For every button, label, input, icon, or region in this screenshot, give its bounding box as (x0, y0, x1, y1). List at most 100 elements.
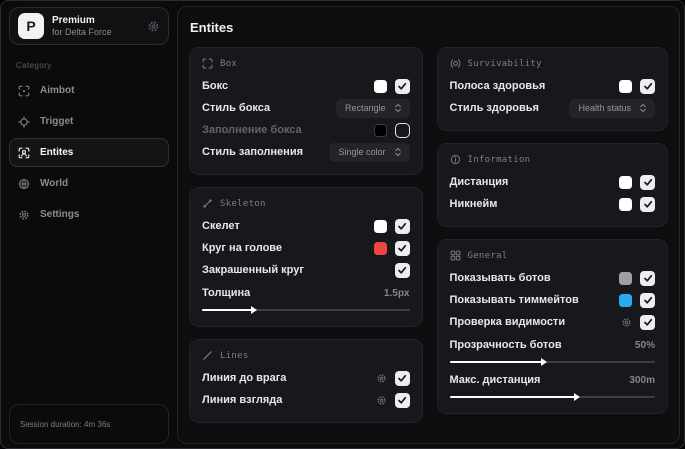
box-fill-checkbox[interactable] (394, 122, 410, 138)
gear-icon[interactable] (376, 373, 387, 384)
brand-logo: P (18, 13, 44, 39)
scan-icon (18, 85, 30, 97)
card-title: Information (467, 154, 531, 165)
nickname-color-swatch[interactable] (619, 197, 632, 211)
crosshair-icon (18, 115, 30, 128)
card-lines: Lines Линия до врага Линия взгляда (189, 339, 423, 423)
card-title: Survivability (467, 58, 542, 69)
nickname-checkbox[interactable] (640, 196, 655, 212)
card-title: Skeleton (220, 198, 266, 209)
page-title: Entites (190, 20, 234, 35)
row-health-bar: Полоса здоровья (450, 75, 655, 97)
health-style-value: Health status (578, 103, 631, 113)
enemy-line-checkbox[interactable] (394, 370, 410, 386)
card-skeleton: Skeleton Скелет Круг на голове Закрашенн… (189, 187, 423, 327)
skeleton-checkbox[interactable] (394, 218, 410, 234)
target-icon (450, 58, 461, 69)
visibility-check-checkbox[interactable] (640, 314, 655, 330)
bot-opacity-value: 50% (634, 339, 655, 351)
globe-icon (18, 178, 30, 190)
category-label: Category (16, 61, 52, 70)
row-box-style: Стиль бокса Rectangle (202, 97, 410, 119)
chevron-up-down-icon (393, 103, 403, 113)
thickness-slider[interactable] (202, 306, 410, 314)
gear-icon[interactable] (147, 20, 160, 33)
sidebar-item-world[interactable]: World (9, 169, 169, 198)
show-teammates-checkbox[interactable] (640, 292, 655, 308)
sidebar-item-entites[interactable]: Entites (9, 138, 169, 167)
chevron-up-down-icon (638, 103, 648, 113)
sidebar-item-trigget[interactable]: Trigget (9, 107, 169, 136)
box-fill-style-value: Single color (338, 147, 386, 157)
info-icon (450, 154, 461, 165)
row-head-circle: Круг на голове (202, 237, 410, 259)
person-scan-icon (18, 147, 30, 159)
distance-checkbox[interactable] (640, 174, 655, 190)
head-circle-checkbox[interactable] (394, 240, 410, 256)
sidebar-item-label: World (40, 178, 69, 189)
gear-icon[interactable] (621, 317, 632, 328)
box-fill-style-select[interactable]: Single color (329, 142, 410, 162)
box-style-select[interactable]: Rectangle (335, 98, 410, 118)
row-skeleton-enabled: Скелет (202, 215, 410, 237)
box-icon (202, 58, 213, 69)
card-general: General Показывать ботов Показывать тимм… (436, 239, 668, 414)
row-bot-opacity: Прозрачность ботов 50% (449, 336, 655, 366)
bone-icon (202, 198, 213, 209)
show-bots-checkbox[interactable] (640, 270, 655, 286)
health-bar-checkbox[interactable] (640, 78, 655, 94)
row-box-enabled: Бокс (202, 75, 410, 97)
box-fill-color-swatch[interactable] (373, 123, 387, 137)
session-duration-text: Session duration: 4m 36s (20, 419, 111, 429)
session-duration-box: Session duration: 4m 36s (9, 404, 169, 444)
row-visibility-check: Проверка видимости (450, 311, 655, 333)
card-title: General (467, 250, 508, 261)
health-bar-color-swatch[interactable] (619, 79, 632, 93)
teammates-color-swatch[interactable] (619, 293, 632, 307)
distance-color-swatch[interactable] (619, 175, 632, 189)
row-health-style: Стиль здоровья Health status (450, 97, 655, 119)
sidebar-item-label: Aimbot (40, 85, 75, 96)
bots-color-swatch[interactable] (619, 271, 632, 285)
skeleton-color-swatch[interactable] (373, 219, 387, 233)
row-view-line: Линия взгляда (202, 389, 410, 411)
sidebar-item-aimbot[interactable]: Aimbot (9, 76, 169, 105)
health-style-select[interactable]: Health status (569, 98, 655, 118)
grid-icon (450, 250, 461, 261)
slider-thumb[interactable] (540, 358, 547, 366)
row-filled-circle: Закрашенный круг (202, 259, 410, 281)
row-box-fill-style: Стиль заполнения Single color (202, 141, 410, 163)
sidebar-nav: Aimbot Trigget Entites World Settings (9, 76, 169, 229)
slider-thumb[interactable] (250, 306, 257, 314)
line-icon (202, 350, 213, 361)
slider-thumb[interactable] (573, 393, 580, 401)
app-window: P Premium for Delta Force Category Aimbo… (0, 0, 685, 449)
view-line-checkbox[interactable] (394, 392, 410, 408)
head-circle-color-swatch[interactable] (373, 241, 387, 255)
card-title: Box (220, 58, 238, 69)
box-style-value: Rectangle (344, 103, 386, 113)
brand-title: Premium (52, 15, 95, 27)
gear-icon (18, 209, 30, 221)
card-survivability: Survivability Полоса здоровья Стиль здор… (436, 47, 668, 131)
max-distance-slider[interactable] (449, 393, 655, 401)
bot-opacity-slider[interactable] (449, 358, 655, 366)
chevron-up-down-icon (393, 147, 403, 157)
brand-card: P Premium for Delta Force (9, 7, 169, 45)
thickness-value: 1.5px (383, 287, 410, 299)
card-information: Information Дистанция Никнейм (436, 143, 668, 227)
box-enabled-checkbox[interactable] (394, 78, 410, 94)
row-enemy-line: Линия до врага (202, 367, 410, 389)
row-max-distance: Макс. дистанция 300m (449, 371, 655, 401)
card-box: Box Бокс Стиль бокса Rectangle Заполнени… (189, 47, 423, 175)
max-distance-value: 300m (629, 374, 655, 386)
row-box-fill: Заполнение бокса (202, 119, 410, 141)
row-distance: Дистанция (450, 171, 655, 193)
row-thickness: Толщина 1.5px (202, 284, 410, 314)
gear-icon[interactable] (376, 395, 387, 406)
box-color-swatch[interactable] (373, 79, 387, 93)
filled-circle-checkbox[interactable] (394, 262, 410, 278)
sidebar: P Premium for Delta Force Category Aimbo… (1, 1, 177, 448)
sidebar-item-label: Settings (40, 209, 80, 220)
sidebar-item-settings[interactable]: Settings (9, 200, 169, 229)
